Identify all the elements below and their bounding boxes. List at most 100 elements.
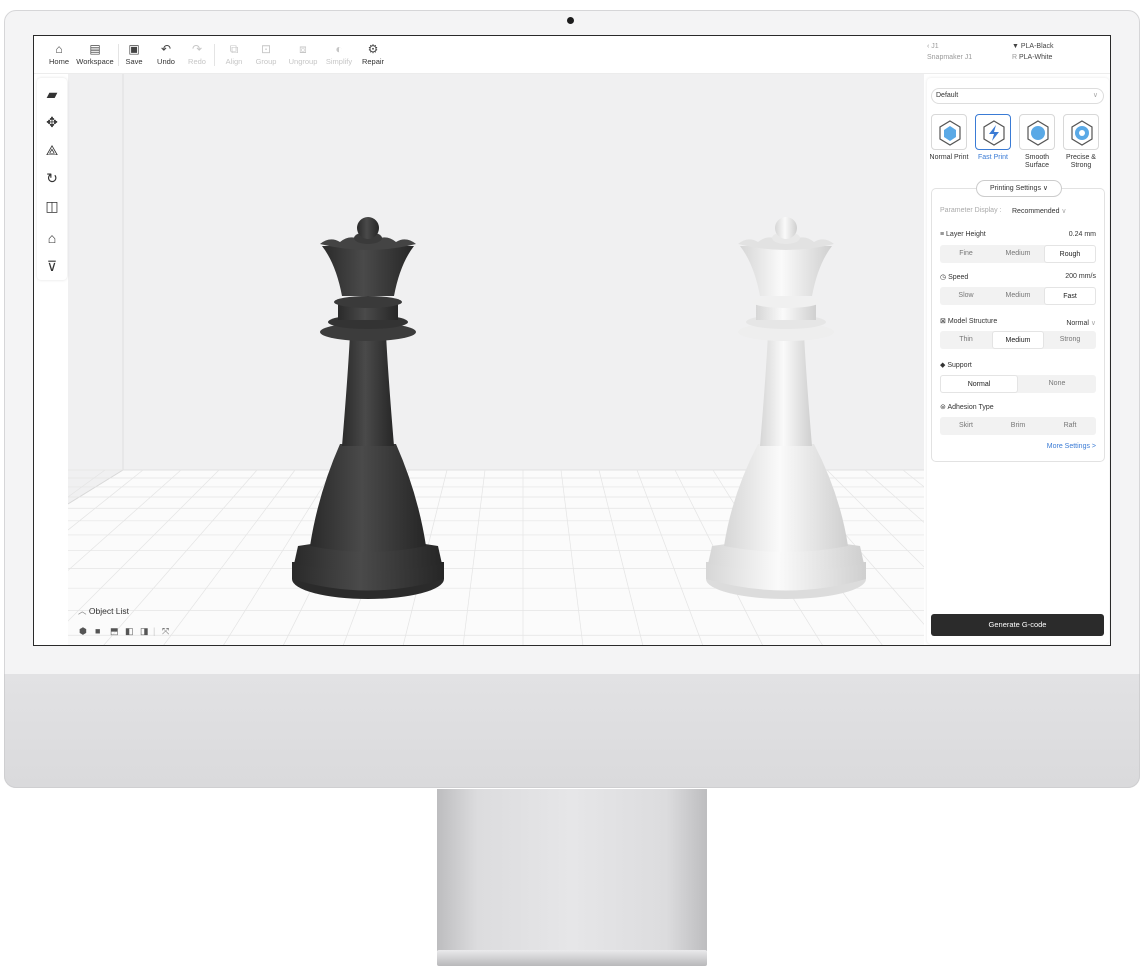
- adhesion-segmented: Skirt Brim Raft: [940, 417, 1096, 435]
- monitor-stand: [437, 789, 707, 951]
- support-icon[interactable]: ⌂: [37, 226, 67, 250]
- more-settings-link[interactable]: More Settings >: [1047, 443, 1096, 450]
- printing-settings-section: Printing Settings ∨ Parameter Display : …: [931, 180, 1105, 462]
- layer-height-title: ≡ Layer Height: [940, 231, 986, 238]
- fit-view-icon[interactable]: ⤧: [162, 626, 169, 637]
- object-list: ︿ Object List ⬢ ■ ⬒ ◧ ◨ | ⤧: [66, 602, 246, 644]
- parameter-display-label: Parameter Display :: [940, 207, 1002, 214]
- mode-normal-print[interactable]: Normal Print: [928, 114, 970, 162]
- speed-slow[interactable]: Slow: [940, 287, 992, 305]
- fast-print-icon: [975, 114, 1011, 150]
- structure-medium[interactable]: Medium: [992, 331, 1044, 349]
- chevron-down-icon: ∨: [1092, 92, 1098, 99]
- structure-strong[interactable]: Strong: [1044, 331, 1096, 349]
- structure-thin[interactable]: Thin: [940, 331, 992, 349]
- view-iso-icon[interactable]: ⬢: [79, 626, 87, 637]
- chevron-down-icon: ∨: [1059, 208, 1067, 215]
- scale-icon[interactable]: ⟁: [37, 138, 67, 162]
- model-structure-title: ⊠ Model Structure: [940, 318, 998, 325]
- model-structure-dropdown[interactable]: Normal ∨: [1066, 319, 1096, 327]
- adhesion-brim[interactable]: Brim: [992, 417, 1044, 435]
- save-icon: ▣: [128, 42, 140, 56]
- mirror-icon[interactable]: ◫: [37, 194, 67, 218]
- view-front-icon[interactable]: ■: [95, 626, 100, 636]
- toolbar-divider: [214, 44, 215, 66]
- material-selector[interactable]: ▼ PLA-Black R PLA-White: [1012, 41, 1054, 63]
- adhesion-skirt[interactable]: Skirt: [940, 417, 992, 435]
- adhesion-title: ⊜ Adhesion Type: [940, 404, 994, 411]
- mode-fast-print[interactable]: Fast Print: [972, 114, 1014, 162]
- viewport-scene: [68, 74, 924, 645]
- nozzle-left-icon: ▼: [1012, 43, 1021, 50]
- model-structure-icon: ⊠: [940, 318, 948, 325]
- support-normal[interactable]: Normal: [940, 375, 1018, 393]
- speed-medium[interactable]: Medium: [992, 287, 1044, 305]
- view-top-icon[interactable]: ⬒: [110, 626, 119, 637]
- normal-print-icon: [931, 114, 967, 150]
- repair-button[interactable]: ⚙ Repair: [360, 41, 386, 69]
- ungroup-icon: ⧈: [299, 42, 307, 56]
- simplify-button[interactable]: ◐ Simplify: [324, 41, 354, 69]
- save-button[interactable]: ▣ Save: [122, 41, 146, 69]
- generate-gcode-button[interactable]: Generate G-code: [931, 614, 1104, 636]
- move-icon[interactable]: ✥: [37, 110, 67, 134]
- top-toolbar: ⌂ Home ▤ Workspace ▣ Save ↶ Undo ↷ Redo …: [34, 36, 1110, 74]
- monitor-foot: [437, 950, 707, 966]
- toolbar-divider: [118, 44, 119, 66]
- support-title: ◆ Support: [940, 362, 972, 369]
- workspace-button[interactable]: ▤ Workspace: [74, 41, 116, 69]
- 3d-viewport[interactable]: [68, 74, 924, 645]
- view-right-icon[interactable]: ◨: [140, 626, 149, 637]
- home-button[interactable]: ⌂ Home: [46, 41, 72, 69]
- align-button[interactable]: ⧉ Align: [222, 41, 246, 69]
- camera-dot: [567, 17, 574, 24]
- speed-title: ◷ Speed: [940, 274, 969, 281]
- speed-fast[interactable]: Fast: [1044, 287, 1096, 305]
- simplify-icon: ◐: [335, 42, 343, 56]
- repair-icon: ⚙: [367, 42, 379, 56]
- chevron-down-icon: ∨: [1042, 185, 1049, 192]
- support-segmented: Normal None: [940, 375, 1096, 393]
- redo-icon: ↷: [191, 42, 203, 56]
- support-none[interactable]: None: [1018, 375, 1096, 393]
- smooth-surface-icon: [1019, 114, 1055, 150]
- speed-segmented: Slow Medium Fast: [940, 287, 1096, 305]
- open-folder-icon[interactable]: ▰: [37, 82, 67, 106]
- layer-height-fine[interactable]: Fine: [940, 245, 992, 263]
- undo-icon: ↶: [160, 42, 172, 56]
- left-toolbar: ▰ ✥ ⟁ ↻ ◫ ⌂ ⊽: [37, 78, 67, 280]
- model-structure-segmented: Thin Medium Strong: [940, 331, 1096, 349]
- chevron-down-icon: ∨: [1088, 320, 1096, 327]
- group-button[interactable]: ⊡ Group: [254, 41, 278, 69]
- ungroup-button[interactable]: ⧈ Ungroup: [286, 41, 320, 69]
- machine-selector[interactable]: ‹ J1 Snapmaker J1: [927, 41, 972, 63]
- view-left-icon[interactable]: ◧: [125, 626, 134, 637]
- group-icon: ⊡: [260, 42, 272, 56]
- monitor-chin: [4, 674, 1140, 788]
- speed-icon: ◷: [940, 274, 949, 281]
- print-settings-panel: Default ∨ Normal Print Fast Print Smooth…: [927, 78, 1109, 644]
- printing-settings-toggle[interactable]: Printing Settings ∨: [976, 180, 1062, 197]
- layer-height-value: 0.24 mm: [1068, 231, 1096, 238]
- preset-dropdown[interactable]: Default ∨: [931, 88, 1104, 104]
- adhesion-raft[interactable]: Raft: [1044, 417, 1096, 435]
- parameter-display-dropdown[interactable]: Recommended ∨: [1012, 207, 1067, 215]
- toolbar-divider: |: [153, 626, 156, 636]
- chevron-up-icon: ︿: [78, 606, 89, 616]
- layer-height-medium[interactable]: Medium: [992, 245, 1044, 263]
- app-screen: ⌂ Home ▤ Workspace ▣ Save ↶ Undo ↷ Redo …: [33, 35, 1111, 646]
- align-icon: ⧉: [229, 42, 239, 56]
- precise-strong-icon: [1063, 114, 1099, 150]
- home-icon: ⌂: [55, 42, 63, 56]
- speed-value: 200 mm/s: [1065, 273, 1096, 280]
- extruder-icon[interactable]: ⊽: [37, 254, 67, 278]
- undo-button[interactable]: ↶ Undo: [154, 41, 178, 69]
- mode-smooth-surface[interactable]: Smooth Surface: [1016, 114, 1058, 170]
- layer-height-rough[interactable]: Rough: [1044, 245, 1096, 263]
- mode-precise-strong[interactable]: Precise & Strong: [1060, 114, 1102, 170]
- nozzle-right-icon: R: [1012, 54, 1019, 61]
- layer-height-segmented: Fine Medium Rough: [940, 245, 1096, 263]
- redo-button[interactable]: ↷ Redo: [186, 41, 208, 69]
- rotate-icon[interactable]: ↻: [37, 166, 67, 190]
- object-list-toggle[interactable]: ︿ Object List: [78, 605, 129, 617]
